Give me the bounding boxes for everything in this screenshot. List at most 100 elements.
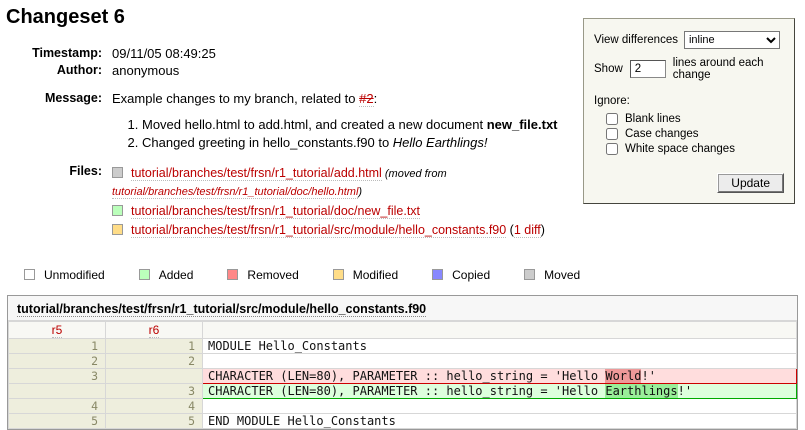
- new-line-number: [106, 369, 203, 384]
- message-colon: :: [374, 91, 378, 106]
- view-differences-select[interactable]: inline: [684, 31, 780, 49]
- legend-item: Copied: [432, 268, 490, 282]
- diff-block: tutorial/branches/test/frsn/r1_tutorial/…: [7, 295, 798, 430]
- case-changes-checkbox[interactable]: [606, 128, 618, 140]
- code-line: [203, 354, 797, 369]
- new-revision-link[interactable]: r6: [149, 323, 160, 338]
- checkbox-label: Blank lines: [625, 113, 681, 125]
- plain-text: Changed greeting in hello_constants.f90 …: [142, 135, 393, 150]
- update-button[interactable]: Update: [717, 173, 784, 193]
- file-path-link[interactable]: tutorial/branches/test/frsn/r1_tutorial/…: [131, 223, 506, 238]
- old-line-number: 2: [9, 354, 106, 369]
- changeset-page: Changeset 6 View differences inline Show…: [0, 0, 805, 430]
- legend-modified-chip: [333, 269, 344, 280]
- new-line-number: 3: [106, 384, 203, 399]
- files-row: Files: tutorial/branches/test/frsn/r1_tu…: [28, 163, 564, 241]
- file-path-link[interactable]: tutorial/branches/test/frsn/r1_tutorial/…: [131, 204, 420, 219]
- context-lines-suffix: lines around each change: [673, 57, 784, 81]
- legend-item: Unmodified: [24, 268, 105, 282]
- legend-moved-chip: [524, 269, 535, 280]
- new-line-number: 2: [106, 354, 203, 369]
- legend-item: Added: [139, 268, 194, 282]
- moved-from-link[interactable]: tutorial/branches/test/frsn/r1_tutorial/…: [112, 186, 358, 199]
- moved-from-text: (moved from: [382, 168, 447, 180]
- files-label: Files:: [28, 163, 112, 241]
- checkbox-label: Case changes: [625, 128, 699, 140]
- diff-legend: UnmodifiedAddedRemovedModifiedCopiedMove…: [24, 268, 799, 282]
- file-entry: tutorial/branches/test/frsn/r1_tutorial/…: [112, 221, 564, 240]
- file-entry: tutorial/branches/test/frsn/r1_tutorial/…: [112, 164, 564, 202]
- modified-chip: [112, 224, 123, 235]
- ignore-option: White space changes: [606, 143, 784, 155]
- moved-from-text: ): [358, 186, 362, 198]
- timestamp-row: Timestamp: 09/11/05 08:49:25: [28, 45, 564, 62]
- view-differences-label: View differences: [594, 34, 678, 46]
- ignore-label: Ignore:: [594, 95, 784, 107]
- changed-token: World: [605, 369, 641, 383]
- added-chip: [112, 205, 123, 216]
- timestamp-label: Timestamp:: [28, 45, 112, 62]
- author-row: Author: anonymous: [28, 62, 564, 79]
- diff-table: r5 r6 11MODULE Hello_Constants22 3CHARAC…: [8, 321, 797, 429]
- author-label: Author:: [28, 62, 112, 79]
- legend-label: Added: [159, 268, 194, 282]
- diff-row: 3CHARACTER (LEN=80), PARAMETER :: hello_…: [9, 384, 797, 399]
- code-line: CHARACTER (LEN=80), PARAMETER :: hello_s…: [203, 369, 797, 384]
- code-line: [203, 399, 797, 414]
- diff-row: 22: [9, 354, 797, 369]
- timestamp-value: 09/11/05 08:49:25: [112, 45, 564, 62]
- plain-text: ): [541, 223, 545, 237]
- diff-revisions-row: r5 r6: [9, 322, 797, 339]
- checkbox-label: White space changes: [625, 143, 735, 155]
- old-revision-link[interactable]: r5: [52, 323, 63, 338]
- context-lines-row: Show lines around each change: [594, 57, 784, 81]
- diff-file-header: tutorial/branches/test/frsn/r1_tutorial/…: [8, 296, 797, 321]
- ignore-option: Case changes: [606, 128, 784, 140]
- old-line-number: 5: [9, 414, 106, 429]
- diff-options-panel: View differences inline Show lines aroun…: [583, 18, 795, 204]
- legend-label: Unmodified: [44, 268, 105, 282]
- ignore-option: Blank lines: [606, 113, 784, 125]
- old-revision-header: r5: [9, 322, 106, 339]
- bold-text: new_file.txt: [487, 117, 558, 132]
- context-lines-input[interactable]: [630, 60, 666, 78]
- diff-file-link[interactable]: tutorial/branches/test/frsn/r1_tutorial/…: [17, 302, 426, 317]
- diff-count-link[interactable]: 1 diff: [514, 223, 541, 238]
- legend-label: Modified: [353, 268, 398, 282]
- legend-removed-chip: [227, 269, 238, 280]
- file-path-link[interactable]: tutorial/branches/test/frsn/r1_tutorial/…: [131, 166, 382, 181]
- code-line: MODULE Hello_Constants: [203, 339, 797, 354]
- ignore-options-list: Blank lines Case changes White space chang…: [606, 113, 784, 155]
- blank-lines-checkbox[interactable]: [606, 113, 618, 125]
- diff-row: 3 CHARACTER (LEN=80), PARAMETER :: hello_…: [9, 369, 797, 384]
- legend-item: Moved: [524, 268, 580, 282]
- legend-unmodified-chip: [24, 269, 35, 280]
- changed-token: Earthlings: [605, 384, 677, 398]
- message-label: Message:: [28, 90, 112, 152]
- new-revision-header: r6: [106, 322, 203, 339]
- diff-row: 11MODULE Hello_Constants: [9, 339, 797, 354]
- old-line-number: [9, 384, 106, 399]
- message-value: Example changes to my branch, related to…: [112, 90, 564, 152]
- changeset-metadata: Timestamp: 09/11/05 08:49:25 Author: ano…: [28, 45, 564, 241]
- legend-label: Copied: [452, 268, 490, 282]
- update-row: Update: [594, 173, 784, 193]
- old-line-number: 3: [9, 369, 106, 384]
- message-list: Moved hello.html to add.html, and create…: [128, 115, 564, 151]
- show-label: Show: [594, 63, 623, 75]
- plain-text: (: [506, 223, 514, 237]
- legend-item: Modified: [333, 268, 398, 282]
- message-list-item: Changed greeting in hello_constants.f90 …: [142, 133, 564, 151]
- old-line-number: 4: [9, 399, 106, 414]
- old-line-number: 1: [9, 339, 106, 354]
- new-line-number: 4: [106, 399, 203, 414]
- legend-added-chip: [139, 269, 150, 280]
- new-line-number: 1: [106, 339, 203, 354]
- code-line: END MODULE Hello_Constants: [203, 414, 797, 429]
- code-line: CHARACTER (LEN=80), PARAMETER :: hello_s…: [203, 384, 797, 399]
- diff-row: 44: [9, 399, 797, 414]
- view-differences-row: View differences inline: [594, 31, 784, 49]
- ticket-link[interactable]: #2: [359, 91, 373, 107]
- white-space-changes-checkbox[interactable]: [606, 143, 618, 155]
- message-row: Message: Example changes to my branch, r…: [28, 90, 564, 152]
